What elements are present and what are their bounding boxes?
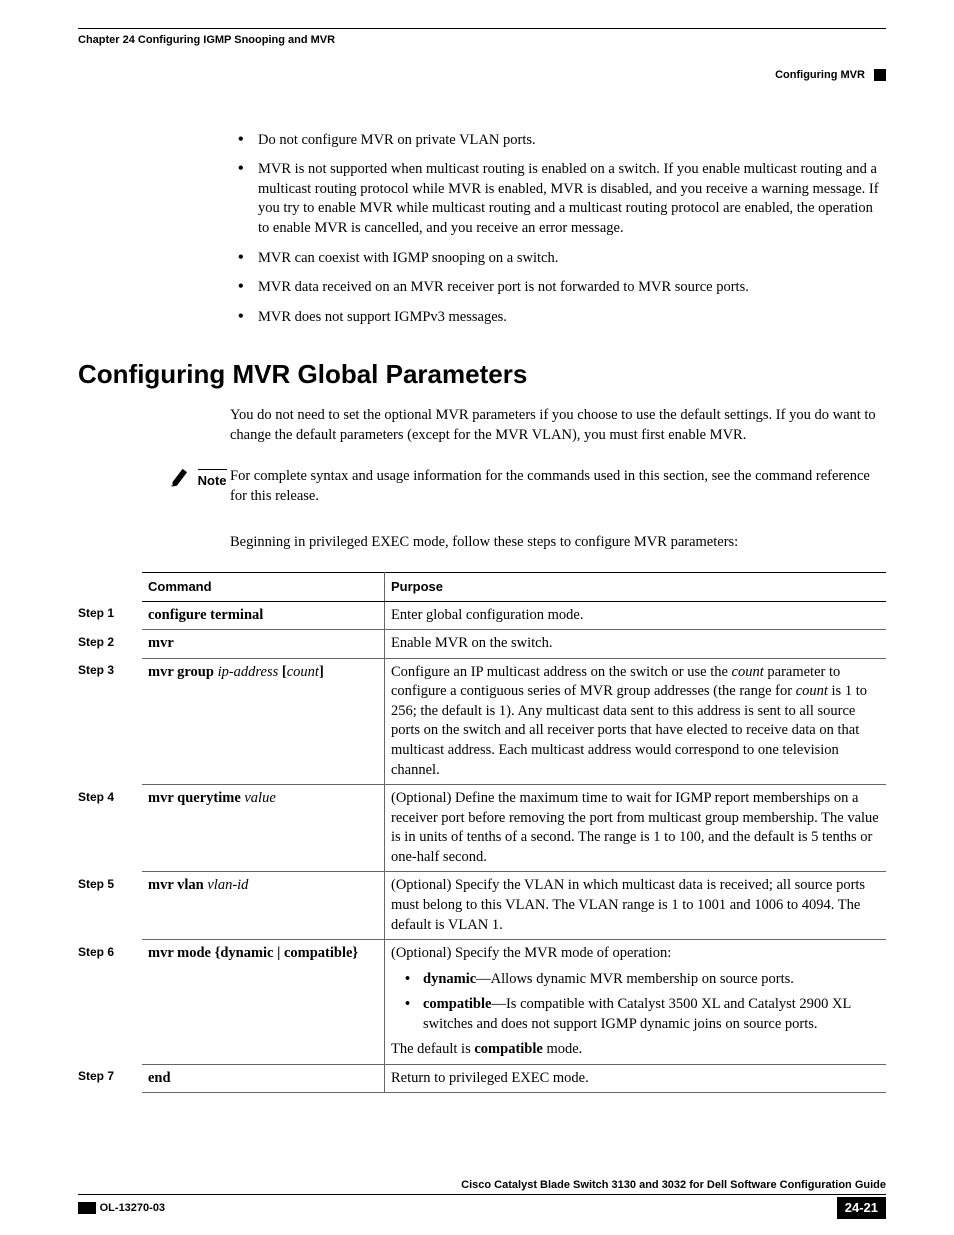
- intro-paragraph: You do not need to set the optional MVR …: [230, 406, 886, 445]
- note-block: Note For complete syntax and usage infor…: [170, 467, 886, 506]
- list-item: MVR data received on an MVR receiver por…: [238, 278, 886, 298]
- command-cell: configure terminal: [142, 601, 385, 630]
- table-row: Step 2mvrEnable MVR on the switch.: [78, 630, 886, 659]
- table-row: Step 6mvr mode {dynamic | compatible}(Op…: [78, 940, 886, 1065]
- footer-bar-icon: [78, 1202, 96, 1214]
- table-row: Step 1configure terminalEnter global con…: [78, 601, 886, 630]
- footer-doc-id: OL-13270-03: [100, 1202, 165, 1214]
- table-row: Step 3mvr group ip-address [count]Config…: [78, 658, 886, 784]
- purpose-cell: (Optional) Define the maximum time to wa…: [385, 785, 887, 872]
- step-label: Step 2: [78, 630, 142, 659]
- table-header-purpose: Purpose: [385, 573, 887, 602]
- purpose-cell: Enter global configuration mode.: [385, 601, 887, 630]
- purpose-cell: (Optional) Specify the VLAN in which mul…: [385, 872, 887, 940]
- section-marker-icon: [874, 69, 886, 81]
- page-header: Chapter 24 Configuring IGMP Snooping and…: [78, 28, 886, 48]
- command-cell: mvr querytime value: [142, 785, 385, 872]
- note-label: Note: [198, 469, 227, 490]
- command-cell: mvr: [142, 630, 385, 659]
- page-number: 24-21: [837, 1197, 886, 1219]
- purpose-cell: Return to privileged EXEC mode.: [385, 1064, 887, 1093]
- command-cell: mvr mode {dynamic | compatible}: [142, 940, 385, 1065]
- list-item: MVR does not support IGMPv3 messages.: [238, 308, 886, 328]
- chapter-title: Chapter 24 Configuring IGMP Snooping and…: [78, 33, 335, 48]
- intro-bullet-list: Do not configure MVR on private VLAN por…: [238, 131, 886, 328]
- list-item: compatible—Is compatible with Catalyst 3…: [409, 995, 880, 1034]
- step-label: Step 3: [78, 658, 142, 784]
- pencil-icon: [168, 466, 195, 494]
- section-heading: Configuring MVR Global Parameters: [78, 357, 886, 392]
- step-label: Step 5: [78, 872, 142, 940]
- purpose-cell: Enable MVR on the switch.: [385, 630, 887, 659]
- table-header-step: [78, 573, 142, 602]
- step-label: Step 1: [78, 601, 142, 630]
- page-footer: Cisco Catalyst Blade Switch 3130 and 303…: [78, 1178, 886, 1219]
- table-row: Step 5mvr vlan vlan-id(Optional) Specify…: [78, 872, 886, 940]
- command-cell: mvr group ip-address [count]: [142, 658, 385, 784]
- table-row: Step 7endReturn to privileged EXEC mode.: [78, 1064, 886, 1093]
- list-item: dynamic—Allows dynamic MVR membership on…: [409, 970, 880, 990]
- step-label: Step 6: [78, 940, 142, 1065]
- list-item: MVR is not supported when multicast rout…: [238, 160, 886, 238]
- list-item: MVR can coexist with IGMP snooping on a …: [238, 249, 886, 269]
- table-header-command: Command: [142, 573, 385, 602]
- step-label: Step 4: [78, 785, 142, 872]
- purpose-cell: Configure an IP multicast address on the…: [385, 658, 887, 784]
- note-text: For complete syntax and usage informatio…: [230, 467, 886, 506]
- table-row: Step 4mvr querytime value(Optional) Defi…: [78, 785, 886, 872]
- command-cell: end: [142, 1064, 385, 1093]
- step-label: Step 7: [78, 1064, 142, 1093]
- purpose-cell: (Optional) Specify the MVR mode of opera…: [385, 940, 887, 1065]
- running-section-text: Configuring MVR: [775, 69, 865, 81]
- command-table: Command Purpose Step 1configure terminal…: [78, 572, 886, 1093]
- command-cell: mvr vlan vlan-id: [142, 872, 385, 940]
- running-section: Configuring MVR: [78, 68, 886, 83]
- footer-book-title: Cisco Catalyst Blade Switch 3130 and 303…: [78, 1178, 886, 1196]
- table-lead-in: Beginning in privileged EXEC mode, follo…: [230, 533, 886, 553]
- list-item: Do not configure MVR on private VLAN por…: [238, 131, 886, 151]
